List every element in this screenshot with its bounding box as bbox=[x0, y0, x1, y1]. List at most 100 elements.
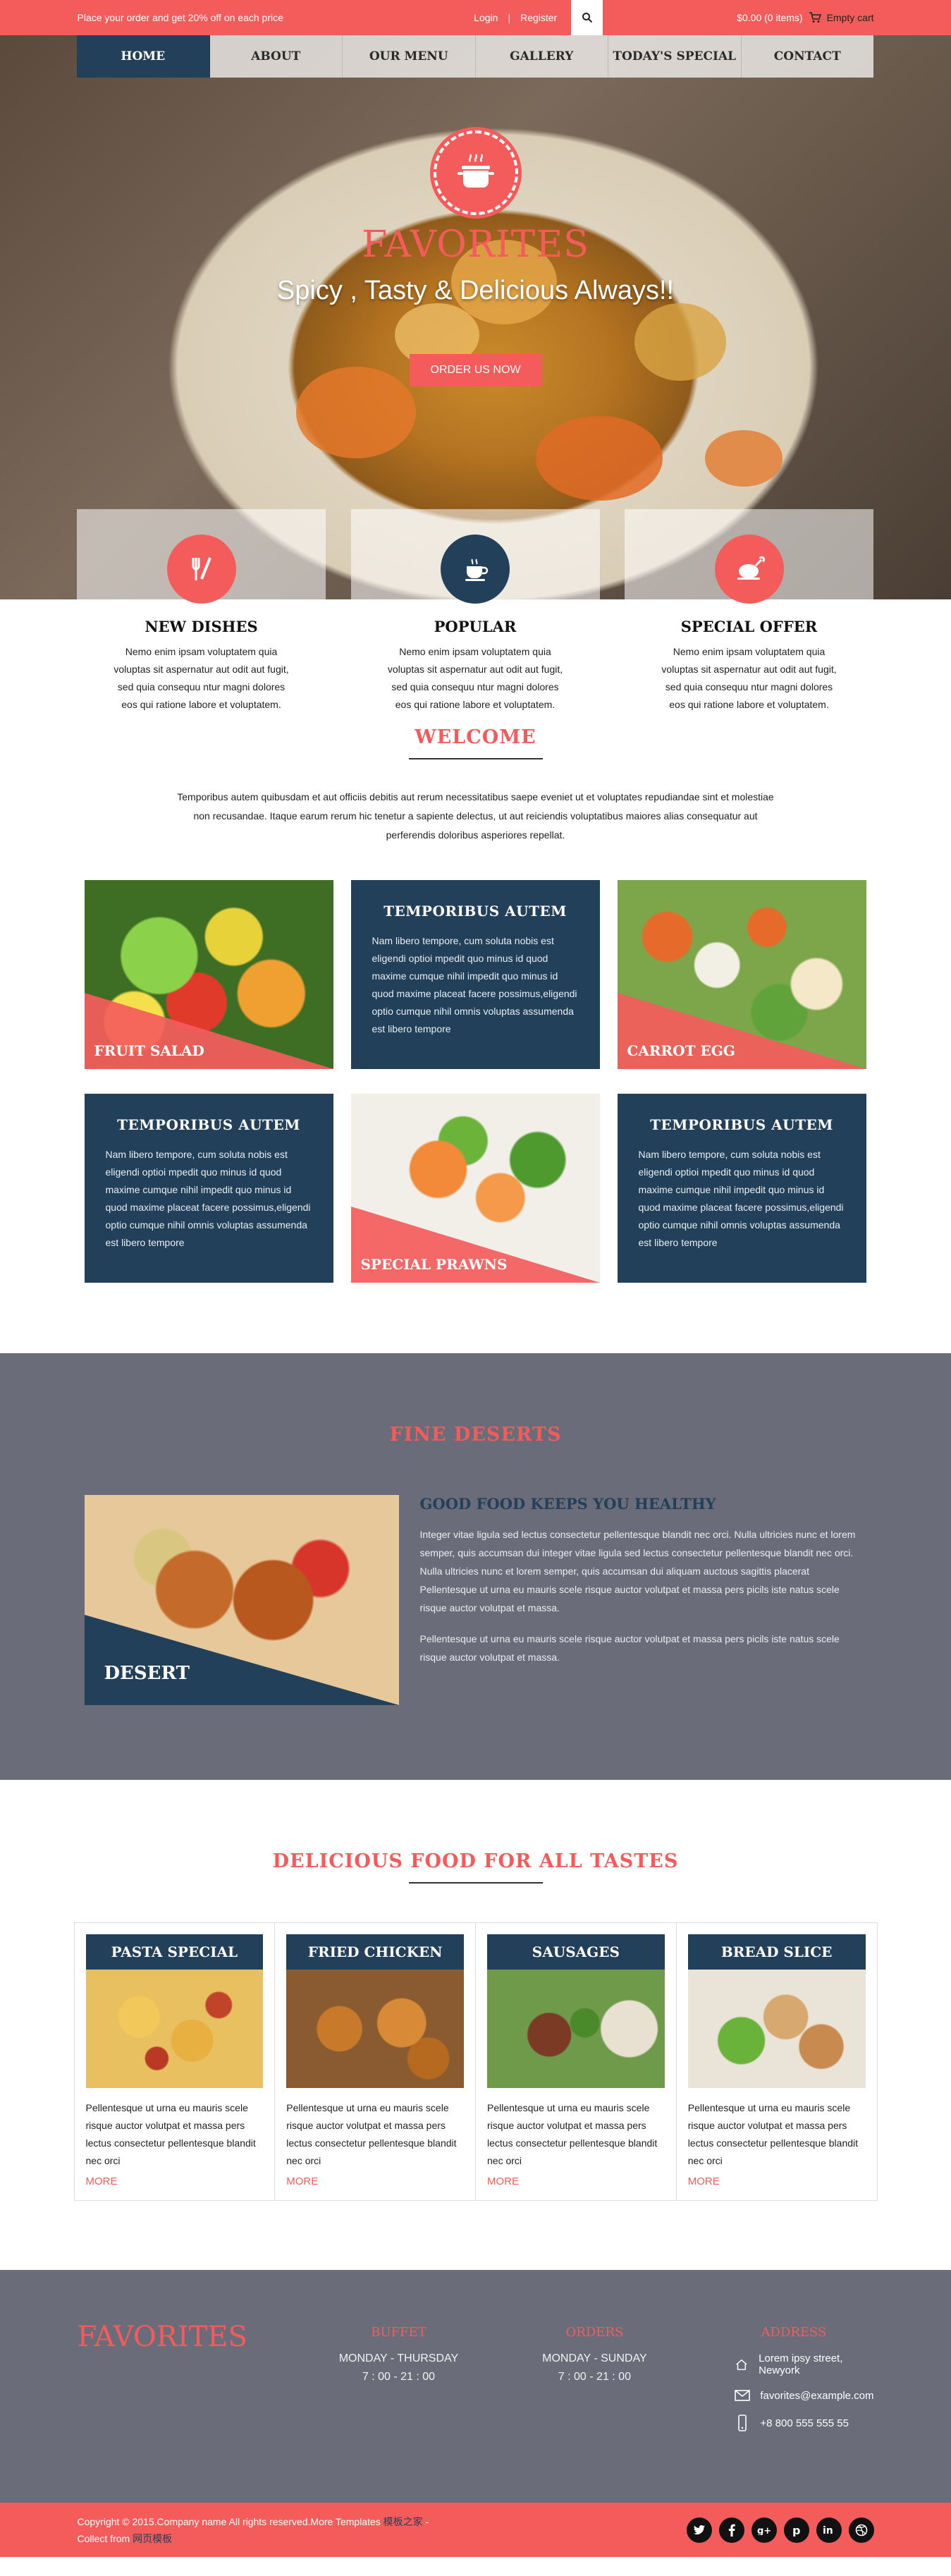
copyright-dash: - bbox=[422, 2515, 429, 2527]
feature-popular: POPULAR Nemo enim ipsam voluptatem quia … bbox=[350, 509, 600, 714]
cart[interactable]: $0.00 (0 items) Empty cart bbox=[737, 12, 873, 23]
collect-text: Collect from bbox=[77, 2532, 133, 2544]
tile-body: Nam libero tempore, cum soluta nobis est… bbox=[105, 1149, 311, 1248]
nav-our-menu[interactable]: OUR MENU bbox=[343, 35, 476, 78]
tile-body: Nam libero tempore, cum soluta nobis est… bbox=[638, 1149, 844, 1248]
cooking-pot-icon bbox=[457, 154, 494, 188]
card-fried-chicken: FRIED CHICKEN Pellentesque ut urna eu ma… bbox=[275, 1923, 476, 2200]
deserts-paragraph-1: Integer vitae ligula sed lectus consecte… bbox=[419, 1529, 856, 1613]
social-links: g+ p in bbox=[686, 2517, 874, 2543]
hero-subtitle: Spicy , Tasty & Delicious Always!! bbox=[276, 276, 675, 305]
more-link[interactable]: MORE bbox=[286, 2175, 464, 2187]
hero-title: FAVORITES bbox=[362, 224, 589, 266]
footer-orders: ORDERS MONDAY - SUNDAY 7 : 00 - 21 : 00 bbox=[496, 2325, 692, 2431]
title-divider bbox=[408, 1882, 543, 1884]
orders-title: ORDERS bbox=[565, 2325, 624, 2340]
home-icon bbox=[736, 2359, 747, 2370]
cart-icon bbox=[809, 12, 821, 23]
card-image bbox=[85, 1970, 264, 2088]
tile-text: TEMPORIBUS AUTEM Nam libero tempore, cum… bbox=[617, 1094, 866, 1283]
card-title: SAUSAGES bbox=[487, 1934, 665, 1970]
buffet-hours: 7 : 00 - 21 : 00 bbox=[362, 2371, 436, 2383]
card-title: FRIED CHICKEN bbox=[286, 1934, 464, 1970]
feature-text: Nemo enim ipsam voluptatem quia voluptas… bbox=[387, 646, 563, 710]
phone-icon bbox=[738, 2415, 747, 2431]
tile-special-prawns[interactable]: SPECIAL PRAWNS bbox=[350, 1094, 600, 1283]
svg-text:in: in bbox=[823, 2525, 833, 2536]
title-divider bbox=[408, 758, 543, 759]
address-title: ADDRESS bbox=[761, 2325, 827, 2340]
more-link[interactable]: MORE bbox=[86, 2175, 264, 2187]
deserts-title: FINE DESERTS bbox=[389, 1424, 562, 1446]
desert-label: DESERT bbox=[104, 1663, 190, 1684]
card-text: Pellentesque ut urna eu mauris scele ris… bbox=[687, 2102, 859, 2166]
feature-title: NEW DISHES bbox=[145, 618, 258, 635]
pinterest-icon[interactable]: p bbox=[783, 2517, 809, 2543]
orders-days: MONDAY - SUNDAY bbox=[542, 2352, 647, 2364]
card-sausages: SAUSAGES Pellentesque ut urna eu mauris … bbox=[476, 1923, 677, 2200]
feature-new-dishes: NEW DISHES Nemo enim ipsam voluptatem qu… bbox=[77, 509, 326, 714]
main-nav: HOME ABOUT OUR MENU GALLERY TODAY'S SPEC… bbox=[77, 35, 873, 78]
footer-logo[interactable]: FAVORITES bbox=[78, 2321, 301, 2431]
login-link[interactable]: Login bbox=[474, 12, 498, 23]
collect-link[interactable]: 网页模板 bbox=[133, 2533, 172, 2544]
email-link[interactable]: favorites@example.com bbox=[760, 2390, 873, 2402]
search-button[interactable] bbox=[571, 0, 603, 35]
linkedin-icon[interactable]: in bbox=[816, 2517, 842, 2543]
templates-link[interactable]: 模板之家 bbox=[384, 2516, 423, 2527]
nav-about[interactable]: ABOUT bbox=[210, 35, 343, 78]
card-text: Pellentesque ut urna eu mauris scele ris… bbox=[286, 2102, 457, 2166]
tile-carrot-egg[interactable]: CARROT EGG bbox=[617, 880, 866, 1069]
card-title: BREAD SLICE bbox=[687, 1934, 866, 1970]
copyright-text: Copyright © 2015.Company name All rights… bbox=[77, 2515, 384, 2527]
tile-title: TEMPORIBUS AUTEM bbox=[384, 903, 567, 920]
mail-icon bbox=[735, 2390, 751, 2401]
more-link[interactable]: MORE bbox=[487, 2175, 665, 2187]
empty-cart-link[interactable]: Empty cart bbox=[827, 12, 874, 23]
card-image bbox=[487, 1970, 665, 2088]
google-plus-icon[interactable]: g+ bbox=[751, 2517, 777, 2543]
delicious-section: DELICIOUS FOOD FOR ALL TASTES PASTA SPEC… bbox=[0, 1780, 951, 2201]
card-title: PASTA SPECIAL bbox=[85, 1934, 264, 1970]
tile-fruit-salad[interactable]: FRUIT SALAD bbox=[84, 880, 333, 1069]
tile-text: TEMPORIBUS AUTEM Nam libero tempore, cum… bbox=[350, 880, 600, 1069]
svg-text:g+: g+ bbox=[757, 2526, 771, 2535]
feature-text: Nemo enim ipsam voluptatem quia voluptas… bbox=[661, 646, 837, 710]
nav-contact[interactable]: CONTACT bbox=[742, 35, 874, 78]
nav-todays-special[interactable]: TODAY'S SPECIAL bbox=[608, 35, 742, 78]
cutlery-icon bbox=[166, 535, 236, 604]
buffet-days: MONDAY - THURSDAY bbox=[338, 2352, 459, 2364]
tile-text: TEMPORIBUS AUTEM Nam libero tempore, cum… bbox=[84, 1094, 333, 1283]
order-now-button[interactable]: ORDER US NOW bbox=[409, 354, 542, 386]
address-text: Lorem ipsy street, Newyork bbox=[759, 2352, 843, 2376]
more-link[interactable]: MORE bbox=[688, 2175, 866, 2187]
footer: FAVORITES BUFFET MONDAY - THURSDAY 7 : 0… bbox=[0, 2270, 951, 2503]
bottom-bar: Copyright © 2015.Company name All rights… bbox=[0, 2503, 951, 2557]
feature-special-offer: SPECIAL OFFER Nemo enim ipsam voluptatem… bbox=[625, 509, 873, 714]
nav-home[interactable]: HOME bbox=[77, 35, 210, 78]
search-icon bbox=[582, 13, 592, 23]
tile-label: SPECIAL PRAWNS bbox=[360, 1256, 508, 1273]
card-pasta-special: PASTA SPECIAL Pellentesque ut urna eu ma… bbox=[75, 1923, 276, 2200]
card-text: Pellentesque ut urna eu mauris scele ris… bbox=[487, 2102, 658, 2166]
card-bread-slice: BREAD SLICE Pellentesque ut urna eu maur… bbox=[677, 1923, 877, 2200]
feature-list: NEW DISHES Nemo enim ipsam voluptatem qu… bbox=[77, 509, 873, 714]
top-bar: Place your order and get 20% off on each… bbox=[0, 0, 951, 35]
twitter-icon[interactable] bbox=[686, 2517, 712, 2543]
nav-gallery[interactable]: GALLERY bbox=[476, 35, 608, 78]
tile-label: CARROT EGG bbox=[627, 1042, 735, 1059]
desert-image[interactable]: DESERT bbox=[84, 1495, 399, 1705]
register-link[interactable]: Register bbox=[520, 12, 557, 23]
tile-body: Nam libero tempore, cum soluta nobis est… bbox=[372, 935, 577, 1034]
fine-deserts-section: FINE DESERTS DESERT GOOD FOOD KEEPS YOU … bbox=[0, 1353, 951, 1780]
facebook-icon[interactable] bbox=[718, 2517, 744, 2543]
food-grid: FRUIT SALAD TEMPORIBUS AUTEM Nam libero … bbox=[84, 880, 867, 1283]
welcome-text: Temporibus autem quibusdam et aut offici… bbox=[177, 791, 774, 841]
dribbble-icon[interactable] bbox=[848, 2517, 874, 2543]
tile-label: FRUIT SALAD bbox=[94, 1042, 204, 1059]
phone-text: +8 800 555 555 55 bbox=[760, 2417, 849, 2429]
delicious-title: DELICIOUS FOOD FOR ALL TASTES bbox=[272, 1850, 679, 1872]
tile-title: TEMPORIBUS AUTEM bbox=[650, 1116, 833, 1133]
feature-text: Nemo enim ipsam voluptatem quia voluptas… bbox=[113, 646, 289, 710]
coffee-cup-icon bbox=[441, 535, 510, 604]
